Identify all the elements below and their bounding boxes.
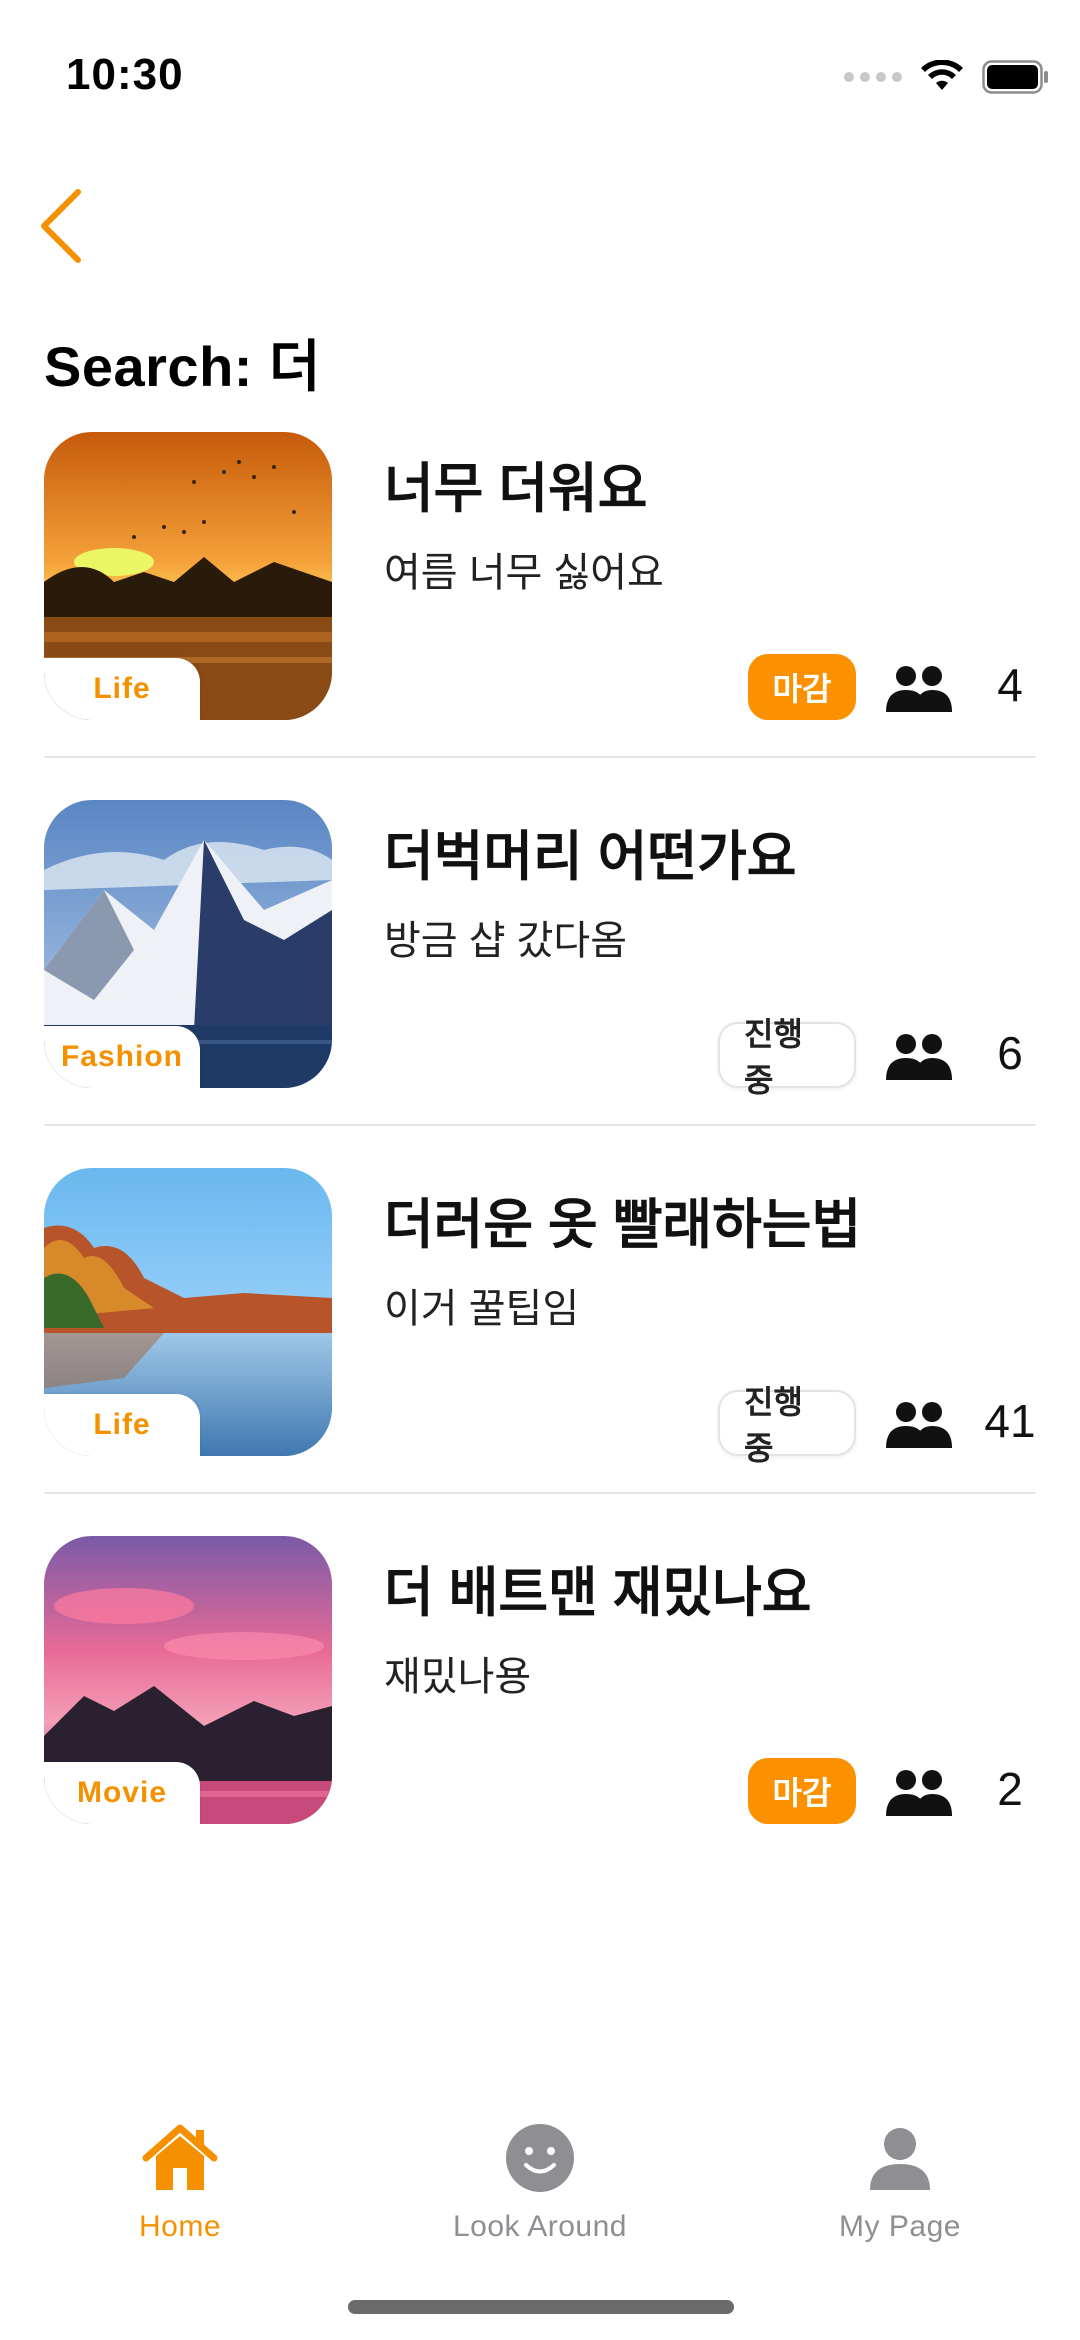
thumbnail-autumn-lake: Life [44, 1168, 332, 1456]
tab-label: Look Around [453, 2210, 627, 2243]
participant-count: 4 [997, 659, 1023, 711]
status-badge: 마감 [748, 654, 856, 720]
chevron-left-icon [41, 189, 81, 263]
status-time: 10:30 [66, 50, 184, 99]
participant-count: 6 [997, 1027, 1023, 1079]
people-icon [886, 1034, 952, 1080]
list-item[interactable]: Fashion 더벅머리 어떤가요 방금 샵 갔다옴 진행중 6 [0, 800, 1080, 1168]
battery-icon [982, 60, 1050, 94]
person-icon [870, 2128, 930, 2190]
search-result-list: Life 너무 더워요 여름 너무 싫어요 마감 4 Fashion 더벅머리 … [0, 432, 1080, 1904]
home-indicator [348, 2300, 734, 2314]
tab-home[interactable]: Home [0, 2100, 360, 2260]
category-badge: Life [44, 1394, 200, 1456]
smiley-face-icon [506, 2124, 574, 2192]
item-title: 더 배트맨 재밌나요 [384, 1563, 812, 1623]
item-title: 너무 더워요 [384, 459, 648, 519]
status-bar: 10:30 [0, 0, 1080, 140]
tab-label: My Page [839, 2210, 961, 2243]
list-item[interactable]: Movie 더 배트맨 재밌나요 재밌나용 마감 2 [0, 1536, 1080, 1904]
divider [44, 1492, 1036, 1494]
back-button[interactable] [30, 180, 100, 270]
item-subtitle: 방금 샵 갔다옴 [384, 919, 628, 963]
house-icon [142, 2124, 218, 2190]
tab-label: Home [138, 2210, 222, 2243]
people-icon [886, 1402, 952, 1448]
thumbnail-pink-sky-mountains: Movie [44, 1536, 332, 1824]
tab-bar: Home Look Around My Page [0, 2100, 1080, 2260]
participant-count: 41 [984, 1395, 1036, 1447]
thumbnail-snowy-mountain: Fashion [44, 800, 332, 1088]
people-icon [886, 666, 952, 712]
item-subtitle: 이거 꿀팁임 [384, 1287, 580, 1331]
item-subtitle: 여름 너무 싫어요 [384, 551, 664, 595]
tab-my-page[interactable]: My Page [720, 2100, 1080, 2260]
divider [44, 1124, 1036, 1126]
status-badge: 진행중 [718, 1384, 856, 1466]
list-item[interactable]: Life 너무 더워요 여름 너무 싫어요 마감 4 [0, 432, 1080, 800]
item-title: 더벅머리 어떤가요 [384, 827, 797, 887]
participant-count: 2 [997, 1763, 1023, 1815]
list-item[interactable]: Life 더러운 옷 빨래하는법 이거 꿀팁임 진행중 41 [0, 1168, 1080, 1536]
status-badge: 진행중 [718, 1016, 856, 1098]
item-title: 더러운 옷 빨래하는법 [384, 1195, 862, 1255]
category-badge: Fashion [44, 1026, 200, 1088]
status-badge: 마감 [748, 1758, 856, 1824]
status-icons [844, 60, 1050, 94]
category-badge: Life [44, 658, 200, 720]
tab-look-around[interactable]: Look Around [360, 2100, 720, 2260]
category-badge: Movie [44, 1762, 200, 1824]
item-subtitle: 재밌나용 [384, 1655, 532, 1699]
wifi-icon [920, 60, 964, 94]
divider [44, 756, 1036, 758]
search-title: Search: 더 [44, 335, 322, 398]
people-icon [886, 1770, 952, 1816]
thumbnail-sunset-lake: Life [44, 432, 332, 720]
cellular-signal-icon [844, 72, 902, 82]
